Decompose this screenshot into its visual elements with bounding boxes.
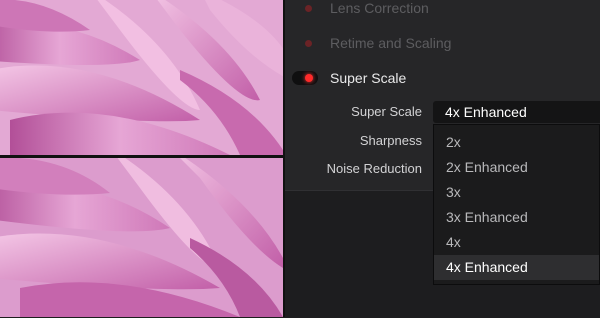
- section-label: Retime and Scaling: [330, 35, 452, 51]
- noise-reduction-param-label: Noise Reduction: [326, 161, 422, 176]
- preview-image-enhanced: [0, 158, 283, 317]
- section-lens-correction[interactable]: Lens Correction: [292, 0, 429, 20]
- dropdown-option-3x[interactable]: 3x: [434, 180, 599, 205]
- toggle-knob: [305, 74, 313, 82]
- super-scale-select[interactable]: 4x Enhanced: [433, 101, 600, 123]
- preview-image-original: [0, 0, 283, 158]
- toggle-switch-icon[interactable]: [292, 71, 318, 85]
- super-scale-dropdown: 2x 2x Enhanced 3x 3x Enhanced 4x 4x Enha…: [433, 124, 600, 285]
- dropdown-option-3x-enhanced[interactable]: 3x Enhanced: [434, 205, 599, 230]
- dropdown-option-4x-enhanced[interactable]: 4x Enhanced: [434, 255, 599, 280]
- sharpness-param-label: Sharpness: [359, 133, 422, 148]
- disabled-dot-icon[interactable]: [305, 39, 312, 47]
- dropdown-option-4x[interactable]: 4x: [434, 230, 599, 255]
- section-super-scale[interactable]: Super Scale: [292, 66, 406, 90]
- petal-photo: [0, 0, 283, 155]
- section-retime-and-scaling[interactable]: Retime and Scaling: [292, 31, 451, 55]
- dropdown-option-2x-enhanced[interactable]: 2x Enhanced: [434, 155, 599, 180]
- section-label: Lens Correction: [330, 0, 429, 16]
- petal-photo-enhanced: [0, 158, 283, 317]
- section-label: Super Scale: [330, 70, 407, 86]
- disabled-dot-icon[interactable]: [305, 4, 312, 12]
- dropdown-option-2x[interactable]: 2x: [434, 130, 599, 155]
- super-scale-param-label: Super Scale: [351, 104, 422, 119]
